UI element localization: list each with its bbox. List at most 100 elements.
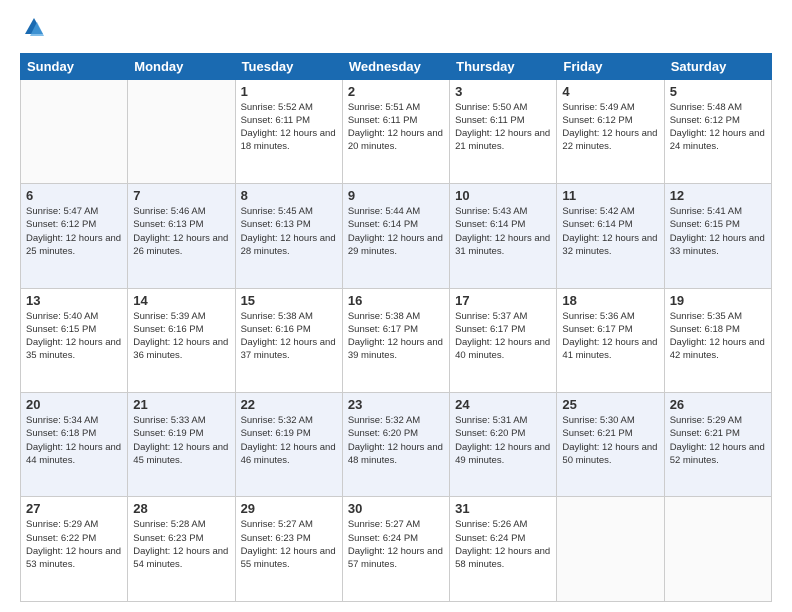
cell-info: Sunrise: 5:49 AM Sunset: 6:12 PM Dayligh… xyxy=(562,101,658,154)
cell-info: Sunrise: 5:30 AM Sunset: 6:21 PM Dayligh… xyxy=(562,414,658,467)
cell-info: Sunrise: 5:28 AM Sunset: 6:23 PM Dayligh… xyxy=(133,518,229,571)
calendar-cell: 28 Sunrise: 5:28 AM Sunset: 6:23 PM Dayli… xyxy=(128,497,235,602)
day-header-saturday: Saturday xyxy=(664,53,771,79)
calendar-cell: 8 Sunrise: 5:45 AM Sunset: 6:13 PM Daylig… xyxy=(235,184,342,288)
day-number: 7 xyxy=(133,188,229,203)
calendar-cell: 12 Sunrise: 5:41 AM Sunset: 6:15 PM Dayli… xyxy=(664,184,771,288)
week-row-1: 1 Sunrise: 5:52 AM Sunset: 6:11 PM Daylig… xyxy=(21,79,772,183)
day-number: 27 xyxy=(26,501,122,516)
week-row-2: 6 Sunrise: 5:47 AM Sunset: 6:12 PM Daylig… xyxy=(21,184,772,288)
cell-info: Sunrise: 5:50 AM Sunset: 6:11 PM Dayligh… xyxy=(455,101,551,154)
cell-info: Sunrise: 5:46 AM Sunset: 6:13 PM Dayligh… xyxy=(133,205,229,258)
cell-info: Sunrise: 5:38 AM Sunset: 6:17 PM Dayligh… xyxy=(348,310,444,363)
day-number: 13 xyxy=(26,293,122,308)
calendar-cell: 6 Sunrise: 5:47 AM Sunset: 6:12 PM Daylig… xyxy=(21,184,128,288)
cell-info: Sunrise: 5:42 AM Sunset: 6:14 PM Dayligh… xyxy=(562,205,658,258)
cell-info: Sunrise: 5:26 AM Sunset: 6:24 PM Dayligh… xyxy=(455,518,551,571)
day-number: 6 xyxy=(26,188,122,203)
day-number: 18 xyxy=(562,293,658,308)
calendar-cell: 13 Sunrise: 5:40 AM Sunset: 6:15 PM Dayli… xyxy=(21,288,128,392)
day-number: 17 xyxy=(455,293,551,308)
calendar-cell: 16Sunrise: 5:38 AM Sunset: 6:17 PM Dayli… xyxy=(342,288,449,392)
calendar-cell: 3 Sunrise: 5:50 AM Sunset: 6:11 PM Daylig… xyxy=(450,79,557,183)
cell-info: Sunrise: 5:27 AM Sunset: 6:24 PM Dayligh… xyxy=(348,518,444,571)
day-number: 26 xyxy=(670,397,766,412)
calendar-cell: 26 Sunrise: 5:29 AM Sunset: 6:21 PM Dayli… xyxy=(664,393,771,497)
logo xyxy=(20,16,45,43)
day-number: 22 xyxy=(241,397,337,412)
day-number: 24 xyxy=(455,397,551,412)
week-row-5: 27 Sunrise: 5:29 AM Sunset: 6:22 PM Dayli… xyxy=(21,497,772,602)
day-number: 9 xyxy=(348,188,444,203)
calendar-cell: 5Sunrise: 5:48 AM Sunset: 6:12 PM Daylig… xyxy=(664,79,771,183)
day-header-sunday: Sunday xyxy=(21,53,128,79)
day-number: 15 xyxy=(241,293,337,308)
day-number: 19 xyxy=(670,293,766,308)
calendar-cell: 27 Sunrise: 5:29 AM Sunset: 6:22 PM Dayli… xyxy=(21,497,128,602)
day-number: 20 xyxy=(26,397,122,412)
day-number: 29 xyxy=(241,501,337,516)
calendar-cell: 1 Sunrise: 5:52 AM Sunset: 6:11 PM Daylig… xyxy=(235,79,342,183)
calendar-cell: 7 Sunrise: 5:46 AM Sunset: 6:13 PM Daylig… xyxy=(128,184,235,288)
day-number: 1 xyxy=(241,84,337,99)
header-row: SundayMondayTuesdayWednesdayThursdayFrid… xyxy=(21,53,772,79)
day-number: 8 xyxy=(241,188,337,203)
calendar-cell: 31 Sunrise: 5:26 AM Sunset: 6:24 PM Dayli… xyxy=(450,497,557,602)
day-header-tuesday: Tuesday xyxy=(235,53,342,79)
calendar-cell: 11 Sunrise: 5:42 AM Sunset: 6:14 PM Dayli… xyxy=(557,184,664,288)
cell-info: Sunrise: 5:47 AM Sunset: 6:12 PM Dayligh… xyxy=(26,205,122,258)
day-number: 30 xyxy=(348,501,444,516)
calendar-cell: 30 Sunrise: 5:27 AM Sunset: 6:24 PM Dayli… xyxy=(342,497,449,602)
header xyxy=(20,16,772,43)
calendar-cell xyxy=(557,497,664,602)
cell-info: Sunrise: 5:51 AM Sunset: 6:11 PM Dayligh… xyxy=(348,101,444,154)
cell-info: Sunrise: 5:27 AM Sunset: 6:23 PM Dayligh… xyxy=(241,518,337,571)
cell-info: Sunrise: 5:38 AM Sunset: 6:16 PM Dayligh… xyxy=(241,310,337,363)
cell-info: Sunrise: 5:39 AM Sunset: 6:16 PM Dayligh… xyxy=(133,310,229,363)
cell-info: Sunrise: 5:45 AM Sunset: 6:13 PM Dayligh… xyxy=(241,205,337,258)
cell-info: Sunrise: 5:32 AM Sunset: 6:19 PM Dayligh… xyxy=(241,414,337,467)
cell-info: Sunrise: 5:29 AM Sunset: 6:22 PM Dayligh… xyxy=(26,518,122,571)
calendar-cell: 25 Sunrise: 5:30 AM Sunset: 6:21 PM Dayli… xyxy=(557,393,664,497)
calendar-cell: 15 Sunrise: 5:38 AM Sunset: 6:16 PM Dayli… xyxy=(235,288,342,392)
calendar-cell: 21Sunrise: 5:33 AM Sunset: 6:19 PM Dayli… xyxy=(128,393,235,497)
day-number: 12 xyxy=(670,188,766,203)
day-number: 11 xyxy=(562,188,658,203)
calendar-cell: 19 Sunrise: 5:35 AM Sunset: 6:18 PM Dayli… xyxy=(664,288,771,392)
day-number: 3 xyxy=(455,84,551,99)
calendar-cell: 4 Sunrise: 5:49 AM Sunset: 6:12 PM Daylig… xyxy=(557,79,664,183)
cell-info: Sunrise: 5:34 AM Sunset: 6:18 PM Dayligh… xyxy=(26,414,122,467)
day-number: 31 xyxy=(455,501,551,516)
calendar-cell: 18 Sunrise: 5:36 AM Sunset: 6:17 PM Dayli… xyxy=(557,288,664,392)
day-number: 25 xyxy=(562,397,658,412)
calendar-cell xyxy=(21,79,128,183)
calendar-cell: 20 Sunrise: 5:34 AM Sunset: 6:18 PM Dayli… xyxy=(21,393,128,497)
week-row-3: 13 Sunrise: 5:40 AM Sunset: 6:15 PM Dayli… xyxy=(21,288,772,392)
cell-info: Sunrise: 5:41 AM Sunset: 6:15 PM Dayligh… xyxy=(670,205,766,258)
day-number: 4 xyxy=(562,84,658,99)
day-number: 2 xyxy=(348,84,444,99)
calendar-cell: 10 Sunrise: 5:43 AM Sunset: 6:14 PM Dayli… xyxy=(450,184,557,288)
cell-info: Sunrise: 5:48 AM Sunset: 6:12 PM Dayligh… xyxy=(670,101,766,154)
day-header-monday: Monday xyxy=(128,53,235,79)
day-header-thursday: Thursday xyxy=(450,53,557,79)
calendar-cell: 23Sunrise: 5:32 AM Sunset: 6:20 PM Dayli… xyxy=(342,393,449,497)
cell-info: Sunrise: 5:43 AM Sunset: 6:14 PM Dayligh… xyxy=(455,205,551,258)
day-header-friday: Friday xyxy=(557,53,664,79)
calendar-cell: 9Sunrise: 5:44 AM Sunset: 6:14 PM Daylig… xyxy=(342,184,449,288)
calendar-cell: 14 Sunrise: 5:39 AM Sunset: 6:16 PM Dayli… xyxy=(128,288,235,392)
cell-info: Sunrise: 5:37 AM Sunset: 6:17 PM Dayligh… xyxy=(455,310,551,363)
cell-info: Sunrise: 5:52 AM Sunset: 6:11 PM Dayligh… xyxy=(241,101,337,154)
cell-info: Sunrise: 5:36 AM Sunset: 6:17 PM Dayligh… xyxy=(562,310,658,363)
day-header-wednesday: Wednesday xyxy=(342,53,449,79)
cell-info: Sunrise: 5:29 AM Sunset: 6:21 PM Dayligh… xyxy=(670,414,766,467)
cell-info: Sunrise: 5:35 AM Sunset: 6:18 PM Dayligh… xyxy=(670,310,766,363)
day-number: 21 xyxy=(133,397,229,412)
day-number: 10 xyxy=(455,188,551,203)
calendar-cell: 2 Sunrise: 5:51 AM Sunset: 6:11 PM Daylig… xyxy=(342,79,449,183)
calendar-cell: 17 Sunrise: 5:37 AM Sunset: 6:17 PM Dayli… xyxy=(450,288,557,392)
day-number: 28 xyxy=(133,501,229,516)
cell-info: Sunrise: 5:40 AM Sunset: 6:15 PM Dayligh… xyxy=(26,310,122,363)
calendar-cell xyxy=(664,497,771,602)
day-number: 14 xyxy=(133,293,229,308)
